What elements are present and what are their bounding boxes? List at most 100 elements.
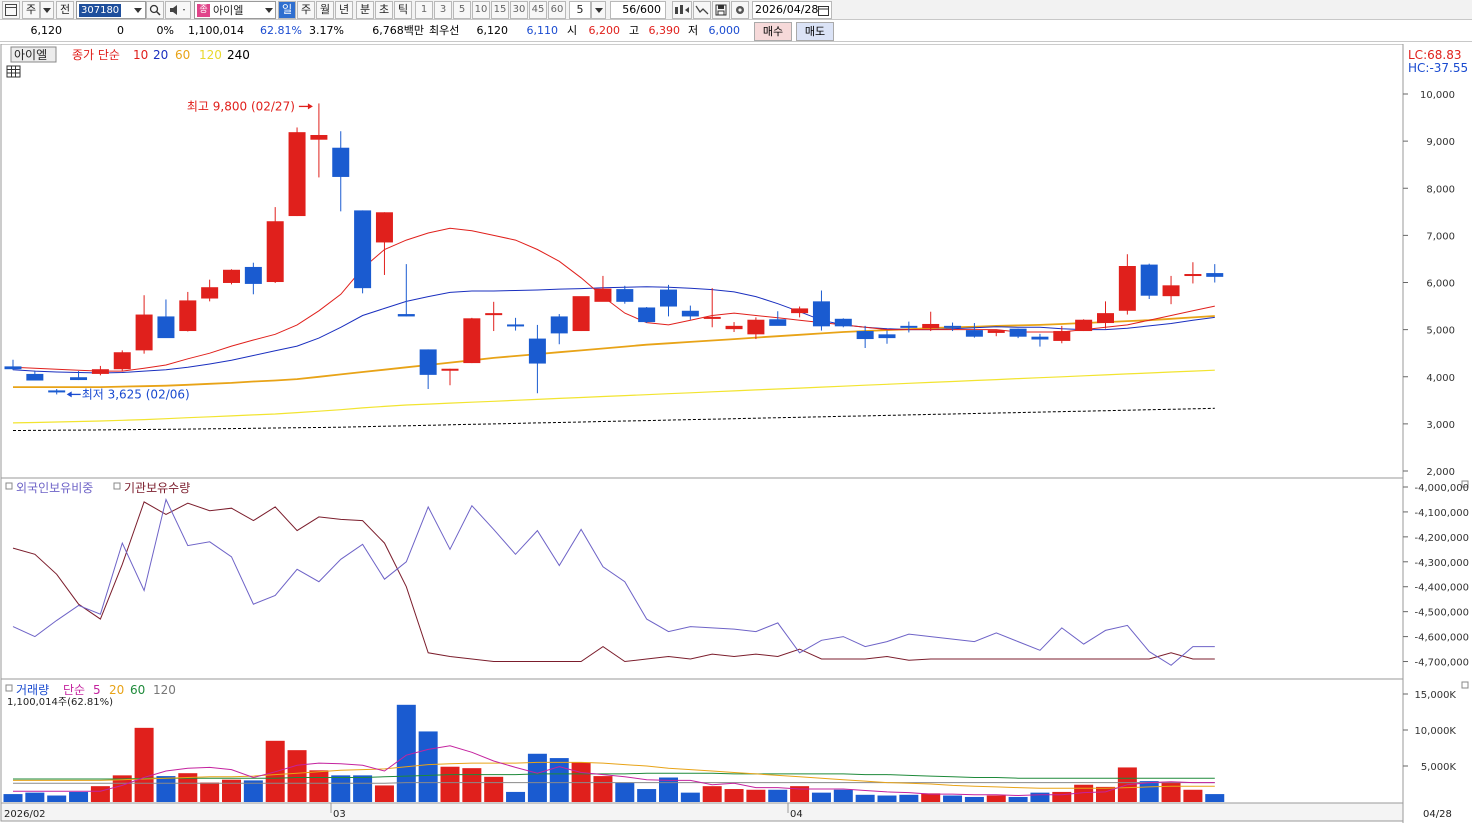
calendar-icon[interactable] xyxy=(818,5,829,16)
holdings-tick-label: -4,100,000 xyxy=(1414,508,1469,519)
volume-ratio: 62.81% xyxy=(260,24,302,37)
buy-button[interactable]: 매수 xyxy=(754,22,792,41)
period-tick-tab[interactable]: 틱 xyxy=(394,1,412,19)
foreign-legend-swatch xyxy=(5,482,13,490)
volume-bar xyxy=(724,789,744,802)
holdings-panel-frame xyxy=(0,477,1404,680)
volume-bar xyxy=(69,791,89,802)
volume-bar xyxy=(25,792,45,802)
period-month-tab[interactable]: 월 xyxy=(316,1,334,19)
candle-up xyxy=(725,325,743,330)
volume-value: 1,100,014 xyxy=(188,24,244,37)
code-dropdown-icon[interactable] xyxy=(134,8,142,13)
step-5-button[interactable]: 5 xyxy=(453,1,471,19)
window-menu-icon[interactable] xyxy=(2,1,20,19)
low-annotation: 최저 3,625 (02/06) xyxy=(82,387,190,401)
volume-bar xyxy=(811,792,831,802)
volume-bar xyxy=(331,775,351,802)
step-10-button[interactable]: 10 xyxy=(472,1,490,19)
quote-bar: 6,120 0 0% 1,100,014 62.81% 3.17% 6,768백… xyxy=(0,21,1472,42)
volume-bar xyxy=(200,782,220,802)
table-icon[interactable] xyxy=(6,65,21,78)
mode-dropdown[interactable] xyxy=(40,1,54,19)
volume-bar xyxy=(484,776,504,802)
holdings-tick-label: -4,000,000 xyxy=(1414,483,1469,494)
step-3-button[interactable]: 3 xyxy=(434,1,452,19)
zoom-icon[interactable] xyxy=(672,1,692,19)
period-second-tab[interactable]: 초 xyxy=(375,1,393,19)
volume-bar xyxy=(462,768,482,802)
sell-button[interactable]: 매도 xyxy=(796,22,834,41)
candle-down xyxy=(965,330,983,337)
foreign-holding-legend: 외국인보유비중 xyxy=(16,481,93,495)
step-15-button[interactable]: 15 xyxy=(491,1,509,19)
candle-up xyxy=(1053,331,1071,341)
candle-down xyxy=(681,310,699,317)
high-annotation: 최고 9,800 (02/27) xyxy=(187,99,295,113)
period-day-tab[interactable]: 일 xyxy=(278,1,296,19)
volume-bar xyxy=(1030,792,1050,802)
holdings-tick-label: -4,700,000 xyxy=(1414,658,1469,669)
step-45-button[interactable]: 45 xyxy=(529,1,547,19)
high-arrowhead-icon xyxy=(307,103,313,110)
open-label: 시 xyxy=(567,24,578,37)
ma10-legend: 10 xyxy=(133,48,148,62)
chart-toolbar: 주 전 307180 종 아이엘 일 주 월 년 분 초 틱 1 3 5 10 … xyxy=(0,0,1472,20)
chart-area[interactable]: 아이엘 종가 단순 10 20 60 120 240 LC:68.83 HC:-… xyxy=(0,43,1472,823)
candle-down xyxy=(616,289,634,302)
volume-bar xyxy=(921,793,941,802)
volume-bar xyxy=(986,795,1006,802)
volume-bar xyxy=(440,766,460,802)
x-label-apr: 04 xyxy=(790,809,803,820)
code-input[interactable]: 307180 xyxy=(76,1,146,19)
period-year-tab[interactable]: 년 xyxy=(335,1,353,19)
mode-button-all[interactable]: 전 xyxy=(56,1,74,19)
candle-down xyxy=(660,289,677,307)
speaker-icon[interactable] xyxy=(165,1,191,19)
candle-down xyxy=(157,316,175,339)
candle-down xyxy=(528,338,546,364)
data-count-field[interactable]: 56/600 xyxy=(610,1,666,19)
step-60-button[interactable]: 60 xyxy=(548,1,566,19)
volume-bar xyxy=(680,792,700,802)
low-label: 저 xyxy=(688,24,699,37)
trade-amount: 6,768백만 xyxy=(372,24,424,37)
volume-bar xyxy=(855,794,875,802)
holdings-tick-label: -4,600,000 xyxy=(1414,633,1469,644)
candle-up xyxy=(987,330,1005,333)
chart-svg[interactable]: 아이엘 종가 단순 10 20 60 120 240 LC:68.83 HC:-… xyxy=(0,43,1472,823)
volume-resize-handle[interactable] xyxy=(1461,681,1469,689)
step-1-button[interactable]: 1 xyxy=(415,1,433,19)
candle-up xyxy=(463,318,481,364)
vol-ma120-legend: 120 xyxy=(153,683,176,697)
volume-bar xyxy=(527,753,547,802)
lc-value: LC:68.83 xyxy=(1408,48,1461,62)
gear-icon[interactable] xyxy=(731,1,749,19)
volume-bar xyxy=(418,731,438,802)
stock-name-field[interactable]: 종 아이엘 xyxy=(194,1,276,19)
save-icon[interactable] xyxy=(712,1,730,19)
candle-down xyxy=(944,325,962,328)
period-minute-tab[interactable]: 분 xyxy=(356,1,374,19)
current-price: 6,120 xyxy=(30,24,63,37)
volume-bar xyxy=(47,795,67,802)
period-week-tab[interactable]: 주 xyxy=(297,1,315,19)
candle-up xyxy=(135,314,153,351)
candle-up xyxy=(201,287,219,299)
volume-bar xyxy=(506,791,526,802)
candle-down xyxy=(1009,328,1027,337)
name-dropdown-icon[interactable] xyxy=(265,8,273,13)
price-tick-label: 7,000 xyxy=(1426,231,1455,242)
step-input[interactable]: 5 xyxy=(569,1,591,19)
step-dropdown[interactable] xyxy=(591,1,606,19)
search-icon[interactable] xyxy=(146,1,164,19)
mode-button-stock[interactable]: 주 xyxy=(22,1,40,19)
stock-type-badge: 종 xyxy=(197,4,210,17)
step-30-button[interactable]: 30 xyxy=(510,1,528,19)
date-field[interactable]: 2026/04/28 xyxy=(752,1,832,19)
current-volume-readout: 1,100,014주(62.81%) xyxy=(7,697,113,708)
ma120-legend: 120 xyxy=(199,48,222,62)
holdings-tick-label: -4,300,000 xyxy=(1414,558,1469,569)
volume-ma-prefix: 단순 xyxy=(63,683,85,697)
trend-icon[interactable] xyxy=(693,1,711,19)
